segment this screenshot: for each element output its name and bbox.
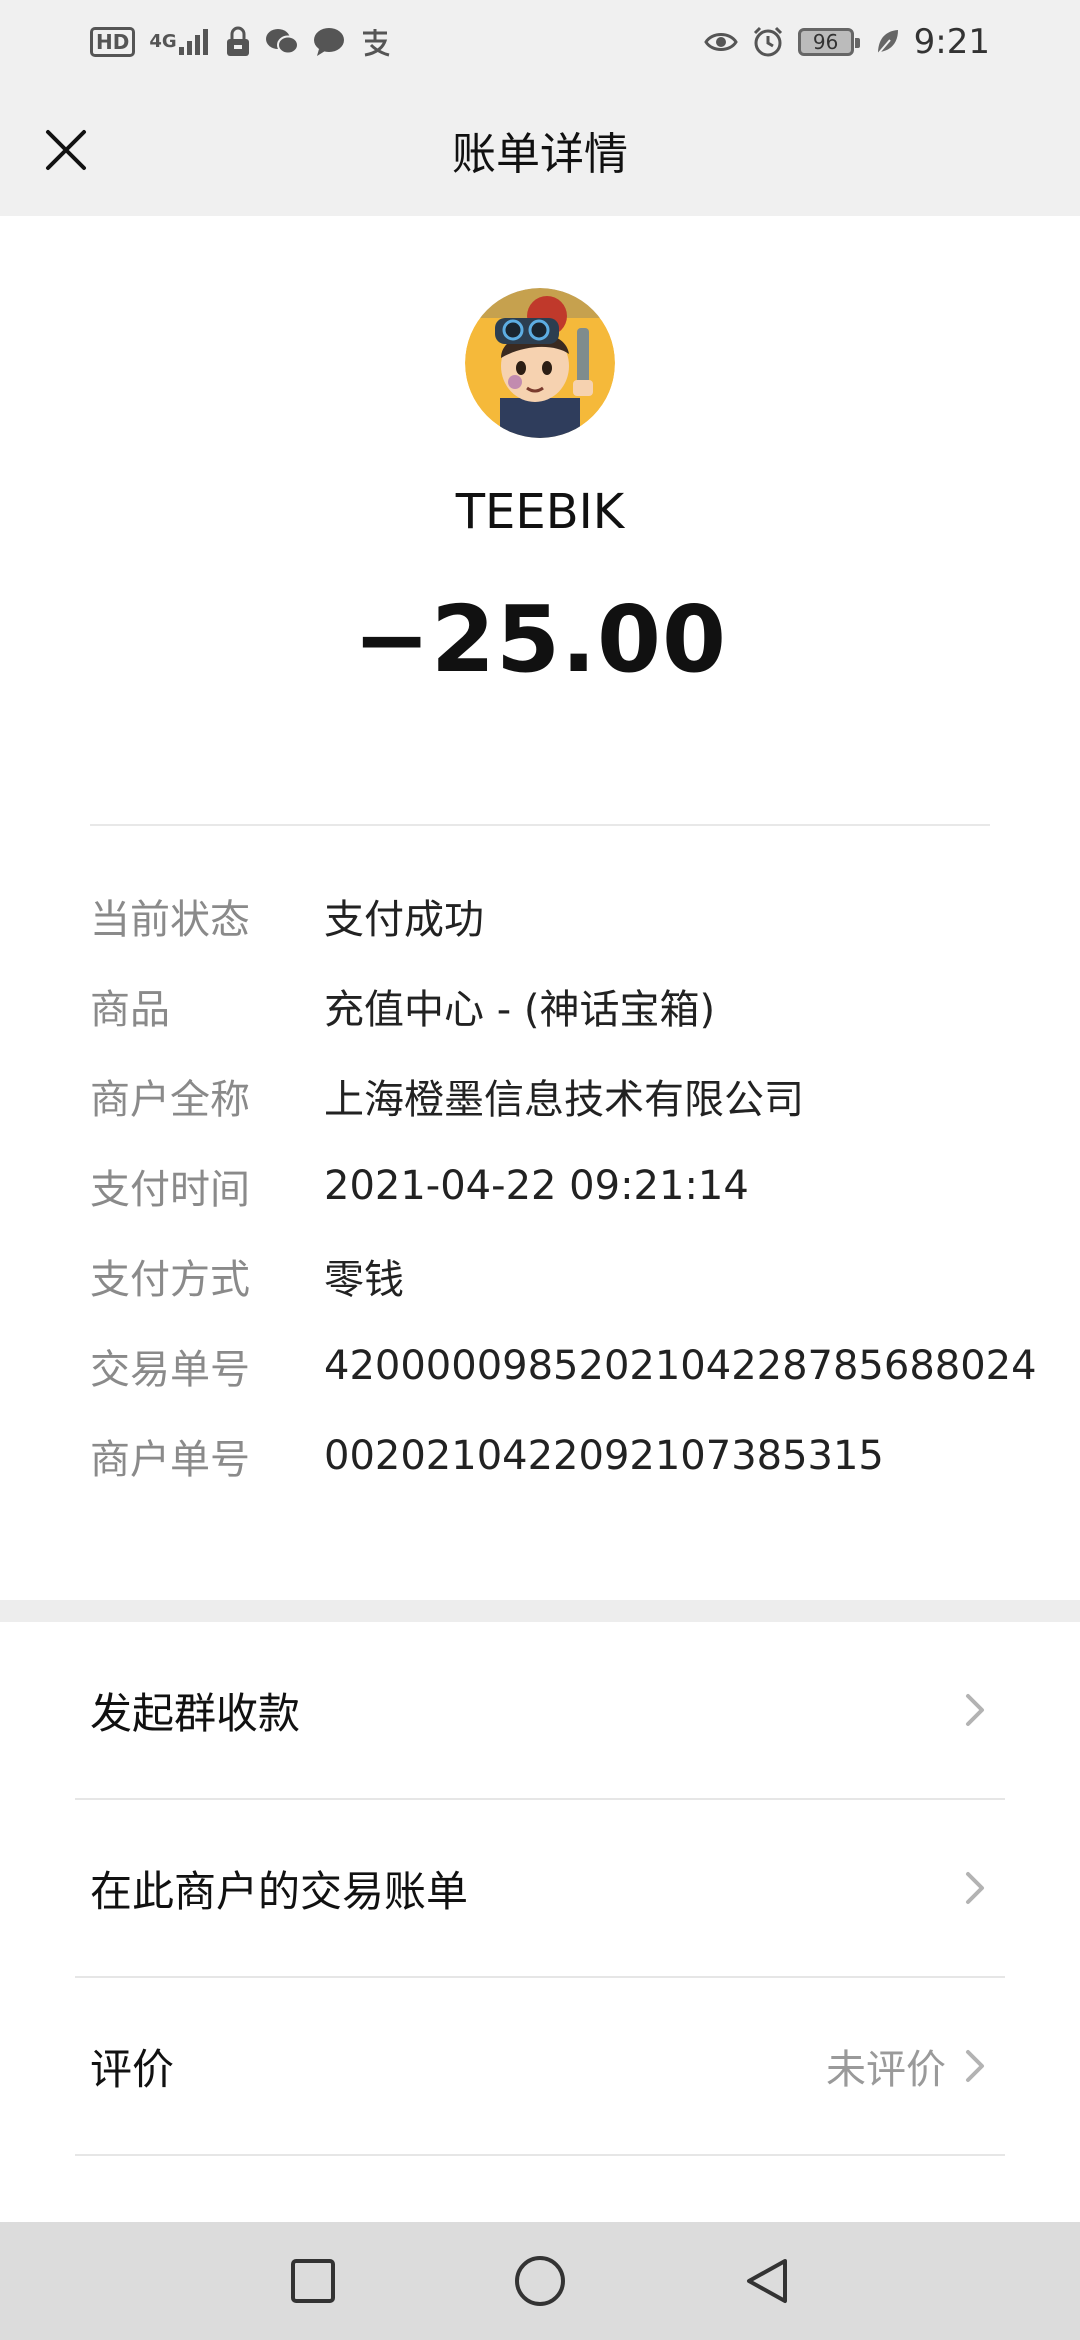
recent-apps-button[interactable] [273, 2241, 353, 2321]
chevron-right-icon [960, 1868, 990, 1908]
merchant-name: TEEBIK [455, 484, 625, 540]
hd-icon: HD [90, 27, 136, 57]
menu-item-label: 评价 [90, 2044, 175, 2094]
wechat-icon [265, 27, 299, 57]
detail-row-merchant-full-name: 商户全称 上海橙墨信息技术有限公司 [90, 1066, 804, 1126]
clock: 9:21 [913, 22, 990, 62]
status-bar: HD 4G 96 9:21 [0, 0, 1080, 84]
detail-label: 商户单号 [90, 1437, 250, 1483]
leaf-icon [874, 28, 900, 56]
4g-signal-icon: 4G [149, 27, 210, 57]
message-icon [313, 27, 345, 57]
detail-value[interactable]: 4200000985202104228785688024 [324, 1343, 1037, 1389]
chevron-right-icon [960, 1690, 990, 1730]
lock-icon [225, 26, 251, 58]
review-status: 未评价 [826, 2047, 946, 2093]
menu-item-right [960, 1690, 990, 1730]
menu-item-merchant-bills[interactable]: 在此商户的交易账单 [0, 1800, 1080, 1976]
menu-item-label: 发起群收款 [90, 1688, 301, 1738]
detail-label: 交易单号 [90, 1347, 250, 1393]
system-nav-bar [0, 2222, 1080, 2340]
merchant-avatar [465, 288, 615, 438]
triangle-back-icon [746, 2259, 787, 2303]
detail-label: 当前状态 [90, 897, 250, 943]
detail-row-status: 当前状态 支付成功 [90, 886, 484, 946]
status-left-icons: HD 4G [90, 26, 391, 58]
menu-item-right [960, 1868, 990, 1908]
detail-value: 支付成功 [324, 897, 484, 943]
detail-value[interactable]: 0020210422092107385315 [324, 1433, 884, 1479]
square-recent-icon [291, 2259, 336, 2303]
close-button[interactable] [26, 110, 106, 190]
alipay-icon [359, 27, 391, 57]
detail-value: 充值中心 - (神话宝箱) [324, 987, 716, 1033]
menu-divider [75, 2154, 1005, 2156]
detail-row-transaction-id: 交易单号 4200000985202104228785688024 [90, 1336, 1037, 1396]
close-icon [46, 130, 86, 170]
eye-icon [703, 29, 738, 55]
divider [90, 824, 990, 826]
detail-value: 2021-04-22 09:21:14 [324, 1163, 749, 1209]
detail-value: 零钱 [324, 1257, 404, 1303]
network-type-label: 4G [149, 31, 177, 52]
home-button[interactable] [500, 2241, 580, 2321]
menu-item-right: 未评价 [826, 2037, 990, 2095]
page-title: 账单详情 [452, 129, 628, 180]
detail-row-payment-time: 支付时间 2021-04-22 09:21:14 [90, 1156, 749, 1216]
menu-item-review[interactable]: 评价 未评价 [0, 1978, 1080, 2154]
bill-detail-card: TEEBIK −25.00 当前状态 支付成功 商品 充值中心 - (神话宝箱)… [0, 216, 1080, 1600]
menu-item-label: 在此商户的交易账单 [90, 1866, 469, 1916]
battery-icon: 96 [797, 28, 860, 56]
title-bar: 账单详情 [0, 84, 1080, 216]
circle-home-icon [514, 2256, 565, 2306]
detail-label: 支付方式 [90, 1257, 250, 1303]
menu-item-group-collect[interactable]: 发起群收款 [0, 1622, 1080, 1798]
detail-row-payment-method: 支付方式 零钱 [90, 1246, 404, 1306]
status-right-icons: 96 9:21 [703, 22, 990, 62]
chevron-right-icon [960, 2046, 990, 2086]
detail-row-product: 商品 充值中心 - (神话宝箱) [90, 976, 715, 1036]
action-menu: 发起群收款 在此商户的交易账单 评价 未评价 对订单有疑惑 [0, 1622, 1080, 2242]
alarm-icon [752, 26, 784, 58]
transaction-amount: −25.00 [352, 586, 728, 693]
back-button[interactable] [727, 2241, 807, 2321]
detail-label: 商户全称 [90, 1077, 250, 1123]
detail-row-merchant-order-id: 商户单号 0020210422092107385315 [90, 1426, 884, 1486]
section-gap [0, 1600, 1080, 1622]
detail-label: 商品 [90, 987, 170, 1033]
detail-label: 支付时间 [90, 1167, 250, 1213]
detail-value: 上海橙墨信息技术有限公司 [324, 1077, 804, 1123]
